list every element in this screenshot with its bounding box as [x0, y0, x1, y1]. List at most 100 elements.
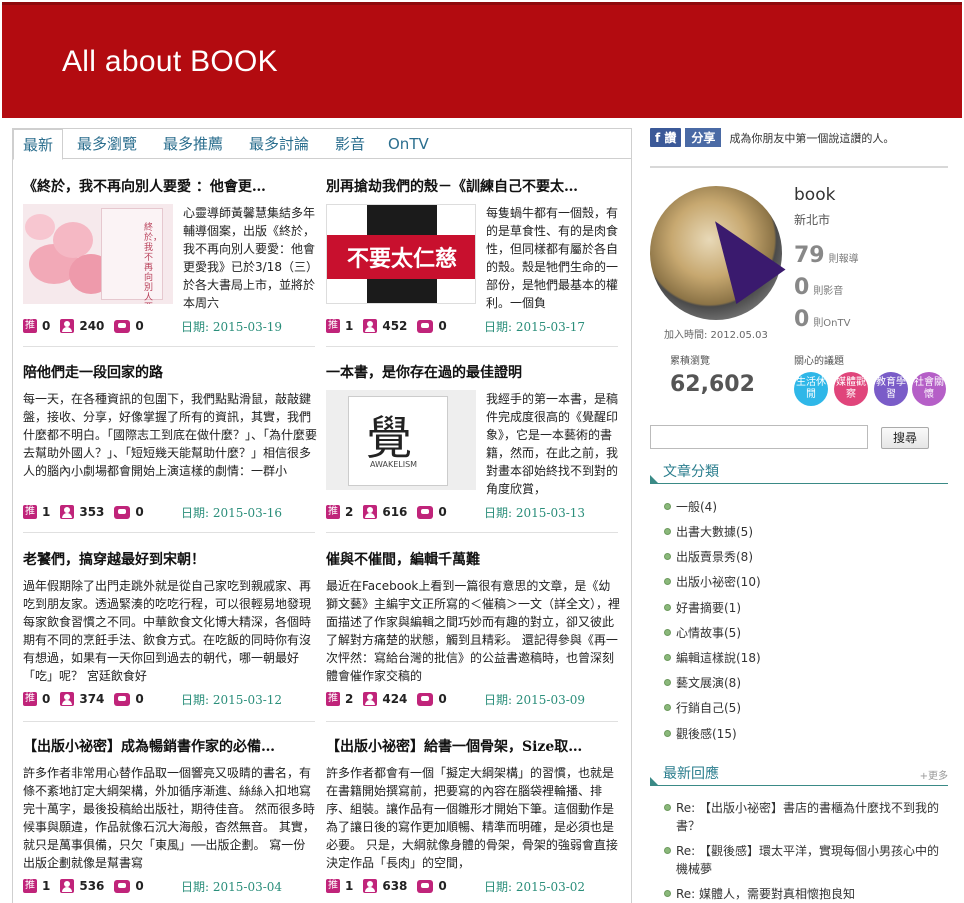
- comment-icon[interactable]: [114, 879, 131, 893]
- tab-most-viewed[interactable]: 最多瀏覽: [77, 129, 137, 159]
- views-icon: [363, 879, 378, 893]
- divider: [326, 346, 618, 347]
- recommend-icon[interactable]: 推: [23, 505, 37, 519]
- avatar[interactable]: [650, 186, 786, 320]
- post-date: 日期: 2015-03-17: [484, 319, 586, 334]
- reply-item[interactable]: Re: 【觀後感】環太平洋，實現每個小男孩心中的機械夢: [664, 842, 950, 878]
- stat-ontv[interactable]: 0 則OnTV: [794, 307, 850, 332]
- stat-reports[interactable]: 79 則報導: [794, 243, 859, 268]
- comment-icon[interactable]: [114, 692, 131, 706]
- tab-most-recommended[interactable]: 最多推薦: [163, 129, 223, 159]
- comment-icon[interactable]: [417, 319, 434, 333]
- category-item[interactable]: 出版賣景秀(8): [664, 548, 753, 565]
- share-button[interactable]: 分享: [685, 128, 722, 147]
- comment-count: 0: [438, 319, 447, 333]
- post-thumbnail[interactable]: 終於，我不再向別人要愛: [23, 204, 173, 304]
- category-item[interactable]: 行銷自己(5): [664, 699, 741, 716]
- views-icon: [60, 879, 75, 893]
- post-excerpt: 每一天，在各種資訊的包圍下，我們點點滑鼠，敲敲鍵盤，接收、分享，好像掌握了所有的…: [23, 392, 317, 478]
- bullet-icon: [664, 503, 671, 510]
- comment-icon[interactable]: [417, 879, 434, 893]
- recommend-count: 1: [345, 319, 354, 333]
- post-date: 日期: 2015-03-09: [484, 692, 586, 707]
- category-item[interactable]: 一般(4): [664, 498, 717, 515]
- recommend-icon[interactable]: 推: [326, 505, 340, 519]
- social-share-bar: f 讚 分享 成為你朋友中第一個說這讚的人。: [650, 128, 894, 147]
- divider: [23, 721, 315, 722]
- post-date: 日期: 2015-03-04: [181, 879, 283, 894]
- category-item[interactable]: 出書大數據(5): [664, 523, 753, 540]
- tab-ontv[interactable]: OnTV: [388, 129, 429, 159]
- tab-most-discussed[interactable]: 最多討論: [249, 129, 309, 159]
- post-excerpt: 許多作者都會有一個「擬定大綱架構」的習慣，也就是在書籍開始撰寫前，把要寫的內容在…: [326, 766, 618, 870]
- topic-lifestyle[interactable]: 生活休閒: [794, 372, 828, 406]
- post-date: 日期: 2015-03-19: [181, 319, 283, 334]
- post-meta: 推1 638 0 日期: 2015-03-02: [326, 877, 618, 895]
- post-excerpt: 過年假期除了出門走跳外就是從自己家吃到親戚家、再吃到朋友家。透過緊湊的吃吃行程，…: [23, 579, 312, 683]
- post-title[interactable]: 催與不催間，編輯千萬難: [326, 550, 618, 570]
- comment-icon[interactable]: [417, 505, 434, 519]
- topic-media[interactable]: 媒體觀察: [834, 372, 868, 406]
- tab-latest[interactable]: 最新: [13, 129, 64, 160]
- post-excerpt: 每隻蝸牛都有一個殼，有的是草食性、有的是肉食性，但同樣都有屬於各自的殼。殼是牠們…: [486, 206, 619, 310]
- post-title[interactable]: 《終於，我不再向別人要愛 ：他會更…: [23, 177, 315, 197]
- category-item[interactable]: 出版小祕密(10): [664, 573, 761, 590]
- post-title[interactable]: 【出版小祕密】成為暢銷書作家的必備…: [23, 737, 315, 757]
- divider: [326, 532, 618, 533]
- post-title[interactable]: 別再搶劫我們的殼－《訓練自己不要太…: [326, 177, 618, 197]
- recommend-count: 1: [42, 879, 51, 893]
- comment-icon[interactable]: [417, 692, 434, 706]
- post-title[interactable]: 一本書，是你存在過的最佳證明: [326, 363, 618, 383]
- recommend-icon[interactable]: 推: [23, 692, 37, 706]
- comment-count: 0: [438, 879, 447, 893]
- comment-icon[interactable]: [114, 505, 131, 519]
- category-item[interactable]: 藝文展演(8): [664, 674, 741, 691]
- post-thumbnail[interactable]: 不要太仁慈: [326, 204, 476, 304]
- category-item[interactable]: 好書摘要(1): [664, 599, 741, 616]
- stat-videos[interactable]: 0 則影音: [794, 275, 843, 300]
- category-item[interactable]: 心情故事(5): [664, 624, 741, 641]
- views-icon: [60, 505, 75, 519]
- recommend-icon[interactable]: 推: [326, 879, 340, 893]
- visits-label: 累積瀏覽: [670, 356, 710, 367]
- post-thumbnail[interactable]: 覺 AWAKELISM: [326, 390, 476, 490]
- recommend-icon[interactable]: 推: [326, 692, 340, 706]
- divider: [23, 346, 315, 347]
- post-card: 一本書，是你存在過的最佳證明 覺 AWAKELISM 我經手的第一本書，是稿件完…: [326, 363, 618, 520]
- post-meta: 推2 424 0 日期: 2015-03-09: [326, 690, 618, 708]
- post-date: 日期: 2015-03-13: [484, 505, 586, 520]
- site-title[interactable]: All about BOOK: [62, 45, 278, 79]
- bullet-icon: [664, 629, 671, 636]
- visits-count: 62,602: [670, 372, 755, 397]
- search-input[interactable]: [650, 425, 868, 449]
- view-count: 374: [79, 692, 105, 706]
- post-excerpt: 心靈導師黃馨慧集結多年輔導個案，出版《終於，我不再向別人要愛：他會更愛我》已於3…: [183, 206, 316, 310]
- reply-item[interactable]: Re: 【出版小祕密】書店的書櫃為什麼找不到我的書？: [664, 799, 950, 835]
- article-list-panel: 最新 最多瀏覽 最多推薦 最多討論 影音 OnTV 《終於，我不再向別人要愛 ：…: [12, 128, 632, 903]
- reply-item[interactable]: Re: 媒體人，需要對真相懷抱良知: [664, 885, 950, 903]
- profile-name[interactable]: book: [794, 185, 835, 205]
- more-link[interactable]: +更多: [920, 767, 948, 782]
- recommend-icon[interactable]: 推: [23, 319, 37, 333]
- post-title[interactable]: 陪他們走一段回家的路: [23, 363, 315, 383]
- tab-video[interactable]: 影音: [335, 129, 365, 159]
- search-button[interactable]: 搜尋: [881, 427, 929, 449]
- recommend-icon[interactable]: 推: [23, 879, 37, 893]
- category-item[interactable]: 觀後感(15): [664, 725, 737, 742]
- post-card: 《終於，我不再向別人要愛 ：他會更… 終於，我不再向別人要愛 心靈導師黃馨慧集結…: [23, 177, 315, 334]
- comment-icon[interactable]: [114, 319, 131, 333]
- bullet-icon: [664, 654, 671, 661]
- category-item[interactable]: 編輯這樣說(18): [664, 649, 761, 666]
- replies-heading: 最新回應 +更多: [650, 762, 948, 786]
- topic-education[interactable]: 教育學習: [874, 372, 908, 406]
- recommend-icon[interactable]: 推: [326, 319, 340, 333]
- divider: [326, 721, 618, 722]
- facebook-like-button[interactable]: f 讚: [650, 128, 682, 147]
- post-title[interactable]: 【出版小祕密】給書一個骨架，Size取…: [326, 737, 618, 757]
- view-count: 452: [382, 319, 408, 333]
- views-icon: [60, 692, 75, 706]
- view-count: 353: [79, 505, 105, 519]
- post-title[interactable]: 老饕們，搞穿越最好到宋朝！: [23, 550, 315, 570]
- topic-society[interactable]: 社會關懷: [912, 372, 946, 406]
- post-meta: 推2 616 0 日期: 2015-03-13: [326, 503, 618, 521]
